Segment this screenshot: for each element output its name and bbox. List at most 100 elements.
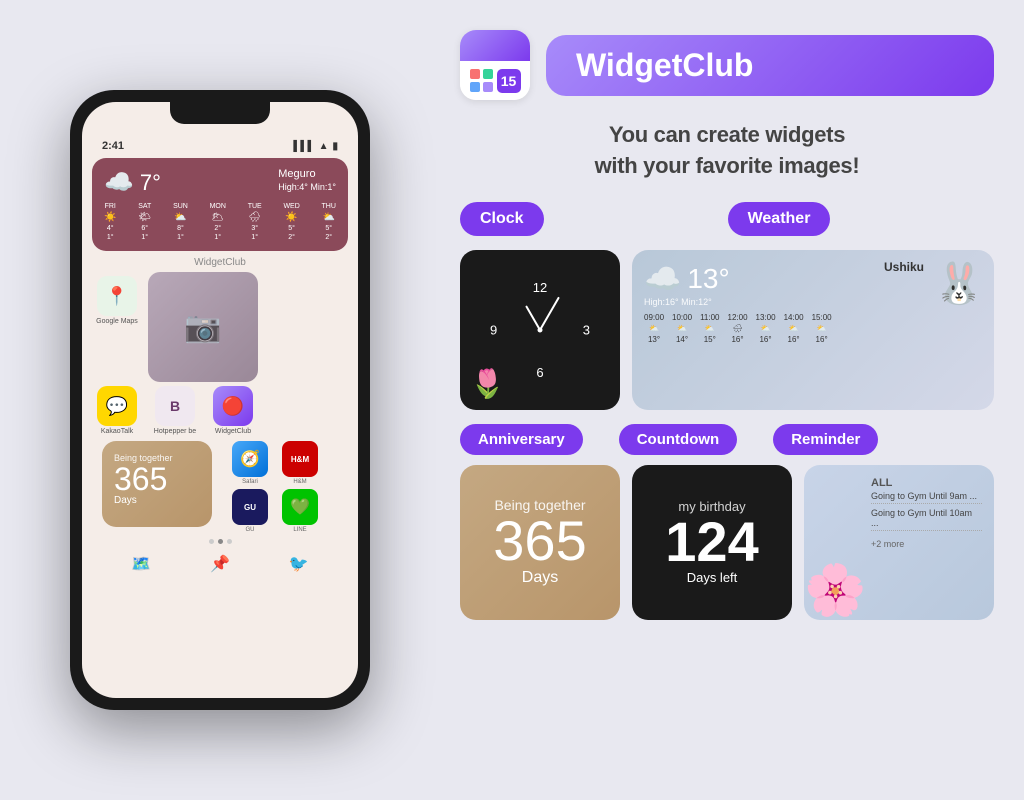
weather-temperature: 13° xyxy=(687,263,729,295)
maps-icon: 📍 xyxy=(97,276,137,316)
phone-widgetclub-label: WidgetClub xyxy=(82,257,358,268)
phone-temperature: 7° xyxy=(140,170,161,196)
phone-location: Meguro xyxy=(278,168,336,180)
phone-anniversary-widget: Being together 365 Days xyxy=(102,441,212,527)
phone-bottom-icon-3: 🐦 xyxy=(289,554,309,574)
dot-grid xyxy=(470,69,493,92)
reminder-flower: 🌸 xyxy=(804,561,866,620)
dot-green xyxy=(483,69,493,79)
kakao-label: KakaoTalk xyxy=(101,428,133,435)
app-icon-lines xyxy=(489,32,501,59)
widgetclub-icon: 🔴 xyxy=(213,386,253,426)
anniv-unit: Days xyxy=(522,569,558,587)
reminder-item-1: Going to Gym Until 9am ... xyxy=(871,489,982,504)
clock-minute-hand xyxy=(539,296,560,330)
phone-app-safari: 🧭 Safari xyxy=(228,441,272,485)
brand-name: WidgetClub xyxy=(576,47,964,84)
phone-anniv-number: 365 xyxy=(114,463,200,495)
category-clock[interactable]: Clock xyxy=(460,202,544,236)
phone-notch xyxy=(170,102,270,124)
phone-right-apps-bottom: GU GU 💚 LINE xyxy=(228,489,322,533)
phone-right-apps-top: 🧭 Safari H&M H&M xyxy=(228,441,322,485)
phone-weather-widget: ☁️ 7° Meguro High:4° Min:1° FRI xyxy=(92,158,348,251)
kakao-icon: 💬 xyxy=(97,386,137,426)
weather-forecast-item: 11:00 ⛅ 15° xyxy=(700,313,719,344)
phone-app-hm: H&M H&M xyxy=(278,441,322,485)
phone-mockup: 2:41 ▌▌▌ ▲ ▮ ☁️ 7° xyxy=(70,90,370,710)
phone-high-low: High:4° Min:1° xyxy=(278,182,336,192)
categories-row-2: Anniversary Countdown Reminder xyxy=(460,424,994,455)
clock-center-dot xyxy=(538,327,543,332)
tagline-line2: with your favorite images! xyxy=(595,153,860,178)
header-row: 15 WidgetClub xyxy=(460,30,994,100)
hotpepper-label: Hotpepper be xyxy=(154,428,196,435)
phone-cloud-icon: ☁️ xyxy=(104,168,134,197)
page-dot-1 xyxy=(209,539,214,544)
phone-screen: 2:41 ▌▌▌ ▲ ▮ ☁️ 7° xyxy=(82,102,358,698)
battery-icon: ▮ xyxy=(332,141,338,152)
page-dot-2 xyxy=(218,539,223,544)
status-time: 2:41 xyxy=(102,140,124,152)
phone-forecast: FRI ☀️ 4° 1° SAT 🌤 6° 1° SUN xyxy=(104,203,336,241)
weather-forecast-item: 12:00 🌧 16° xyxy=(728,313,748,344)
category-reminder[interactable]: Reminder xyxy=(773,424,878,455)
clock-9: 9 xyxy=(490,322,497,337)
phone-anniv-label: Being together xyxy=(114,453,200,463)
brand-pill: WidgetClub xyxy=(546,35,994,96)
phone-forecast-day: MON 🌥 2° 1° xyxy=(210,203,226,241)
phone-right-apps: 🧭 Safari H&M H&M GU GU xyxy=(228,441,322,533)
dot-red xyxy=(470,69,480,79)
app-icon-inner: 15 xyxy=(460,30,530,100)
weather-cloud-icon: ☁️ xyxy=(644,262,681,297)
widgetclub-icon-label: WidgetClub xyxy=(215,428,251,435)
reminder-header: ALL xyxy=(871,477,982,489)
phone-photo-widget: 📷 xyxy=(148,272,258,382)
phone-forecast-day: SAT 🌤 6° 1° xyxy=(138,203,151,241)
hm-icon: H&M xyxy=(282,441,318,477)
signal-icon: ▌▌▌ xyxy=(293,141,314,152)
category-countdown[interactable]: Countdown xyxy=(619,424,737,455)
reminder-more: +2 more xyxy=(871,539,982,549)
app-icon-bottom: 15 xyxy=(460,61,530,100)
dot-blue xyxy=(470,82,480,92)
phone-forecast-day: TUE 🌧 3° 1° xyxy=(248,203,262,241)
phone-bottom-icons: 🗺️ 📌 🐦 xyxy=(82,548,358,580)
weather-forecast-item: 15:00 ⛅ 16° xyxy=(812,313,832,344)
category-anniversary[interactable]: Anniversary xyxy=(460,424,583,455)
clock-3: 3 xyxy=(583,322,590,337)
anniv-number: 365 xyxy=(493,513,586,569)
weather-forecast-row: 09:00 ⛅ 13° 10:00 ⛅ 14° 11:00 ⛅ 15° 12:0… xyxy=(644,313,982,344)
camera-icon: 📷 xyxy=(184,310,221,345)
phone-forecast-day: WED ☀️ 5° 2° xyxy=(283,203,299,241)
phone-bottom-section: Being together 365 Days 🧭 Safari H&M xyxy=(82,441,358,533)
phone-app-gu: GU GU xyxy=(228,489,272,533)
phone-forecast-day: THU ⛅ 5° 2° xyxy=(322,203,336,241)
phone-bottom-icon-2: 📌 xyxy=(210,554,230,574)
reminder-item-2: Going to Gym Until 10am ... xyxy=(871,506,982,531)
widgets-row-2: Being together 365 Days my birthday 124 … xyxy=(460,465,994,620)
hotpepper-icon: B xyxy=(155,386,195,426)
left-panel: 2:41 ▌▌▌ ▲ ▮ ☁️ 7° xyxy=(0,0,440,800)
clock-6: 6 xyxy=(536,365,543,380)
widget-weather: 🐰 Ushiku ☁️ 13° High:16° Min:12° 09:00 ⛅… xyxy=(632,250,994,410)
bunny-decoration: 🐰 xyxy=(934,260,984,307)
app-icon-top xyxy=(460,30,530,61)
weather-forecast-item: 10:00 ⛅ 14° xyxy=(672,313,692,344)
category-weather[interactable]: Weather xyxy=(728,202,831,236)
phone-app-line: 💚 LINE xyxy=(278,489,322,533)
reminder-items: ALL Going to Gym Until 9am ... Going to … xyxy=(871,477,982,549)
weather-forecast-item: 09:00 ⛅ 13° xyxy=(644,313,664,344)
right-panel: 15 WidgetClub You can create widgets wit… xyxy=(440,0,1024,800)
line-icon: 💚 xyxy=(282,489,318,525)
phone-app-maps: 📍 Google Maps xyxy=(92,276,142,382)
weather-location: Ushiku xyxy=(884,260,924,274)
num-badge: 15 xyxy=(497,69,521,93)
phone-forecast-day: SUN ⛅ 8° 1° xyxy=(173,203,188,241)
widget-clock: 🌷 12 3 6 9 xyxy=(460,250,620,410)
categories-row-1: Clock Weather xyxy=(460,202,994,236)
clock-12: 12 xyxy=(533,280,547,295)
anniv-label: Being together xyxy=(494,497,585,513)
weather-forecast-item: 13:00 ⛅ 16° xyxy=(756,313,776,344)
phone-app-widgetclub: 🔴 WidgetClub xyxy=(208,386,258,435)
reminder-item-3 xyxy=(871,533,982,537)
